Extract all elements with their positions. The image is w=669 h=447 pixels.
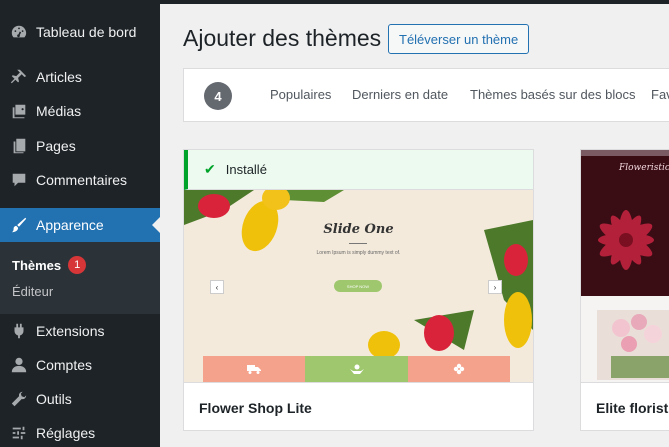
- filter-latest[interactable]: Derniers en date: [352, 87, 448, 102]
- theme-screenshot[interactable]: Slide One Lorem Ipsum is simply dummy te…: [184, 190, 533, 382]
- sidebar-item-articles[interactable]: Articles: [0, 60, 160, 94]
- slide-subtitle: Lorem Ipsum is simply dummy text of.: [316, 250, 401, 256]
- sidebar-item-label: Comptes: [36, 357, 93, 373]
- settings-icon: [10, 424, 28, 442]
- band-hands: [305, 356, 408, 382]
- upload-theme-button[interactable]: Téléverser un thème: [388, 24, 530, 54]
- comment-icon: [10, 171, 28, 189]
- sidebar-item-dashboard[interactable]: Tableau de bord: [0, 15, 160, 49]
- submenu-item-label: Thèmes: [12, 257, 62, 273]
- pin-icon: [10, 68, 28, 86]
- hands-icon: [349, 364, 364, 374]
- installed-label: Installé: [225, 162, 267, 177]
- active-indicator: [152, 217, 160, 233]
- theme-card-footer: Flower Shop Lite: [184, 382, 533, 430]
- flower-icon: [453, 363, 465, 375]
- sidebar-item-settings[interactable]: Réglages: [0, 416, 160, 447]
- sidebar-item-label: Commentaires: [36, 172, 128, 188]
- band-flower: [408, 356, 510, 382]
- theme-card[interactable]: ✔ Installé Slide One Lorem Ipsum is simp…: [183, 149, 534, 431]
- sidebar-item-tools[interactable]: Outils: [0, 382, 160, 416]
- media-icon: [10, 102, 28, 120]
- slide-title: Slide One: [323, 222, 394, 237]
- sidebar-item-plugins[interactable]: Extensions: [0, 314, 160, 348]
- dahlia-decoration: [598, 210, 654, 270]
- sidebar-item-label: Pages: [36, 138, 76, 154]
- plugin-icon: [10, 322, 28, 340]
- theme-screenshot[interactable]: Floweristic: [581, 150, 669, 296]
- sidebar-item-label: Tableau de bord: [36, 24, 137, 40]
- filter-popular[interactable]: Populaires: [270, 87, 331, 102]
- theme-filter-bar: 4 Populaires Derniers en date Thèmes bas…: [183, 68, 669, 122]
- submenu-item-editor[interactable]: Éditeur: [12, 284, 53, 299]
- sidebar-item-label: Articles: [36, 69, 82, 85]
- theme-card-footer: Elite florist: [581, 382, 669, 430]
- filter-block-themes[interactable]: Thèmes basés sur des blocs: [470, 87, 635, 102]
- theme-screenshot-lower: [581, 296, 669, 382]
- sidebar-item-label: Extensions: [36, 323, 105, 339]
- sidebar-item-media[interactable]: Médias: [0, 94, 160, 128]
- sidebar-item-users[interactable]: Comptes: [0, 348, 160, 382]
- sidebar-item-comments[interactable]: Commentaires: [0, 163, 160, 197]
- page-title: Ajouter des thèmes: [183, 25, 382, 51]
- appearance-submenu: Thèmes 1 Éditeur: [0, 242, 160, 314]
- dashboard-icon: [10, 23, 28, 41]
- top-strip: [160, 0, 669, 4]
- theme-name: Elite florist: [596, 399, 669, 416]
- check-icon: ✔: [204, 161, 216, 177]
- sidebar-item-appearance[interactable]: Apparence: [0, 208, 160, 242]
- sidebar-item-label: Apparence: [36, 217, 104, 233]
- pages-icon: [10, 137, 28, 155]
- roses-decoration: [597, 310, 669, 380]
- sidebar-item-pages[interactable]: Pages: [0, 129, 160, 163]
- update-count-badge: 1: [68, 256, 87, 274]
- truck-icon: [247, 365, 261, 374]
- slide-next-arrow: ›: [488, 280, 502, 294]
- filter-favorites[interactable]: Fav: [651, 87, 669, 102]
- theme-card[interactable]: Floweristic Elite florist: [580, 149, 669, 431]
- wrench-icon: [10, 390, 28, 408]
- submenu-item-label: Éditeur: [12, 284, 54, 299]
- submenu-item-themes[interactable]: Thèmes 1: [12, 256, 87, 274]
- theme-count: 4: [204, 82, 232, 110]
- installed-notice: ✔ Installé: [184, 150, 533, 190]
- user-icon: [10, 356, 28, 374]
- sidebar-item-label: Réglages: [36, 425, 96, 441]
- sidebar-item-label: Outils: [36, 391, 72, 407]
- band-truck: [203, 356, 305, 382]
- theme-name: Flower Shop Lite: [199, 399, 312, 416]
- slide-prev-arrow: ‹: [210, 280, 224, 294]
- slide-divider: [349, 243, 367, 244]
- slide-shop-button: SHOP NOW: [334, 280, 382, 292]
- sidebar-item-label: Médias: [36, 103, 82, 119]
- admin-sidebar: Tableau de bord Articles Médias Pages Co…: [0, 0, 160, 447]
- brush-icon: [10, 216, 28, 234]
